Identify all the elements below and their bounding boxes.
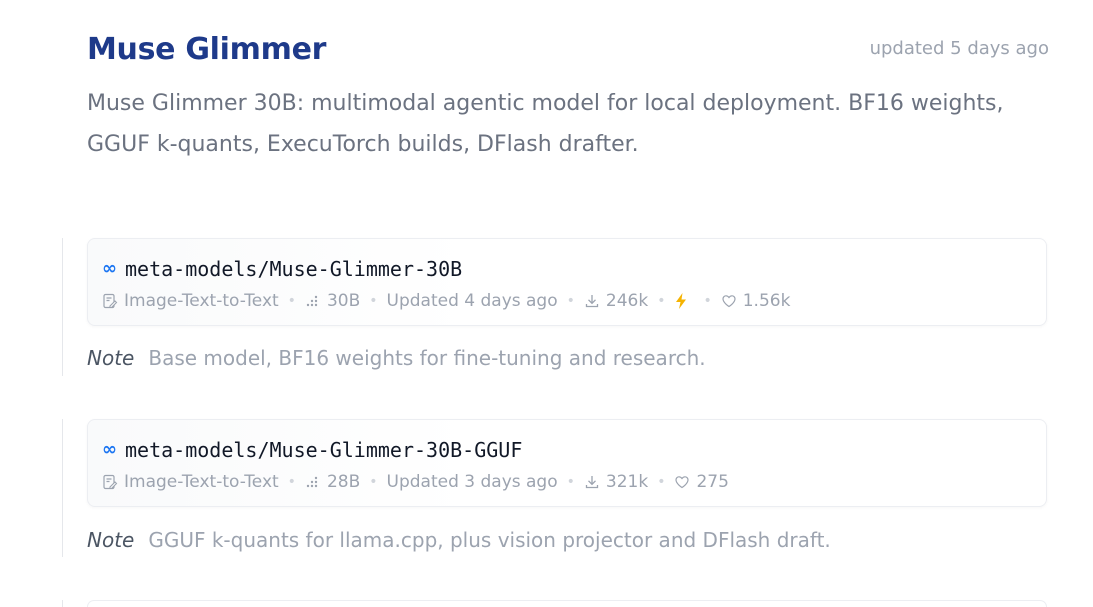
separator-dot: • xyxy=(369,293,378,309)
separator-dot: • xyxy=(369,474,378,490)
model-updated: Updated 3 days ago xyxy=(386,472,558,492)
params-count: 28B xyxy=(305,472,360,492)
model-repo-name[interactable]: meta-models/Muse-Glimmer-30B-GGUF xyxy=(125,437,522,463)
likes-count[interactable]: 275 xyxy=(674,472,729,492)
model-card-meta: Image-Text-to-Text • 28B • Updated 3 day… xyxy=(102,472,729,492)
params-label: 30B xyxy=(326,291,361,311)
separator-dot: • xyxy=(287,474,296,490)
downloads-count: 246k xyxy=(584,291,648,311)
separator-dot: • xyxy=(657,474,666,490)
downloads-label: 246k xyxy=(605,291,649,311)
model-card[interactable]: ∞ meta-models/Muse-Glimmer-30B Image-Tex… xyxy=(87,238,1047,326)
separator-dot: • xyxy=(703,293,712,309)
likes-label: 275 xyxy=(696,472,729,492)
pipeline-label: Image-Text-to-Text xyxy=(124,291,279,311)
note-label: Note xyxy=(87,346,135,370)
image-text-icon xyxy=(103,474,118,490)
collection-description: Muse Glimmer 30B: multimodal agentic mod… xyxy=(87,91,1004,157)
model-card[interactable]: ∞ meta-models/Muse-Glimmer-30B-GGUF Imag… xyxy=(87,419,1047,507)
item-divider-line xyxy=(62,419,63,557)
note-text: GGUF k-quants for llama.cpp, plus vision… xyxy=(148,528,831,552)
parameters-icon xyxy=(306,476,318,488)
collection-header: Muse Glimmer updated 5 days ago xyxy=(87,28,1049,72)
pipeline-tag[interactable]: Image-Text-to-Text xyxy=(102,472,279,492)
image-text-icon xyxy=(103,293,118,309)
inference-badge[interactable] xyxy=(674,292,694,310)
separator-dot: • xyxy=(566,474,575,490)
downloads-count: 321k xyxy=(584,472,648,492)
model-repo-name[interactable]: meta-models/Muse-Glimmer-30B xyxy=(125,256,462,282)
meta-infinity-icon: ∞ xyxy=(102,258,117,279)
model-card-title-row: ∞ meta-models/Muse-Glimmer-30B xyxy=(102,256,462,282)
model-card-partial[interactable] xyxy=(87,600,1047,607)
model-card-meta: Image-Text-to-Text • 30B • Updated 4 day… xyxy=(102,291,790,311)
note-label: Note xyxy=(87,528,135,552)
heart-icon xyxy=(722,295,736,308)
separator-dot: • xyxy=(566,293,575,309)
item-divider-line xyxy=(62,600,63,607)
parameters-icon xyxy=(306,295,318,307)
download-icon xyxy=(585,476,599,489)
item-note: Note Base model, BF16 weights for fine-tu… xyxy=(87,344,706,372)
pipeline-tag[interactable]: Image-Text-to-Text xyxy=(102,291,279,311)
item-note: Note GGUF k-quants for llama.cpp, plus vi… xyxy=(87,526,831,554)
params-label: 28B xyxy=(326,472,361,492)
meta-infinity-icon: ∞ xyxy=(102,439,117,460)
params-count: 30B xyxy=(305,291,360,311)
collection-page: Muse Glimmer updated 5 days ago Muse Gli… xyxy=(0,0,1093,607)
note-text: Base model, BF16 weights for fine-tuning… xyxy=(148,346,706,370)
download-icon xyxy=(585,295,599,308)
separator-dot: • xyxy=(657,293,666,309)
downloads-label: 321k xyxy=(605,472,649,492)
likes-count[interactable]: 1.56k xyxy=(721,291,791,311)
model-card-title-row: ∞ meta-models/Muse-Glimmer-30B-GGUF xyxy=(102,437,522,463)
model-updated: Updated 4 days ago xyxy=(386,291,558,311)
collection-updated: updated 5 days ago xyxy=(869,38,1049,59)
pipeline-label: Image-Text-to-Text xyxy=(124,472,279,492)
likes-label: 1.56k xyxy=(742,291,791,311)
separator-dot: • xyxy=(287,293,296,309)
item-divider-line xyxy=(62,238,63,376)
lightning-icon xyxy=(676,293,687,309)
heart-icon xyxy=(675,476,690,489)
